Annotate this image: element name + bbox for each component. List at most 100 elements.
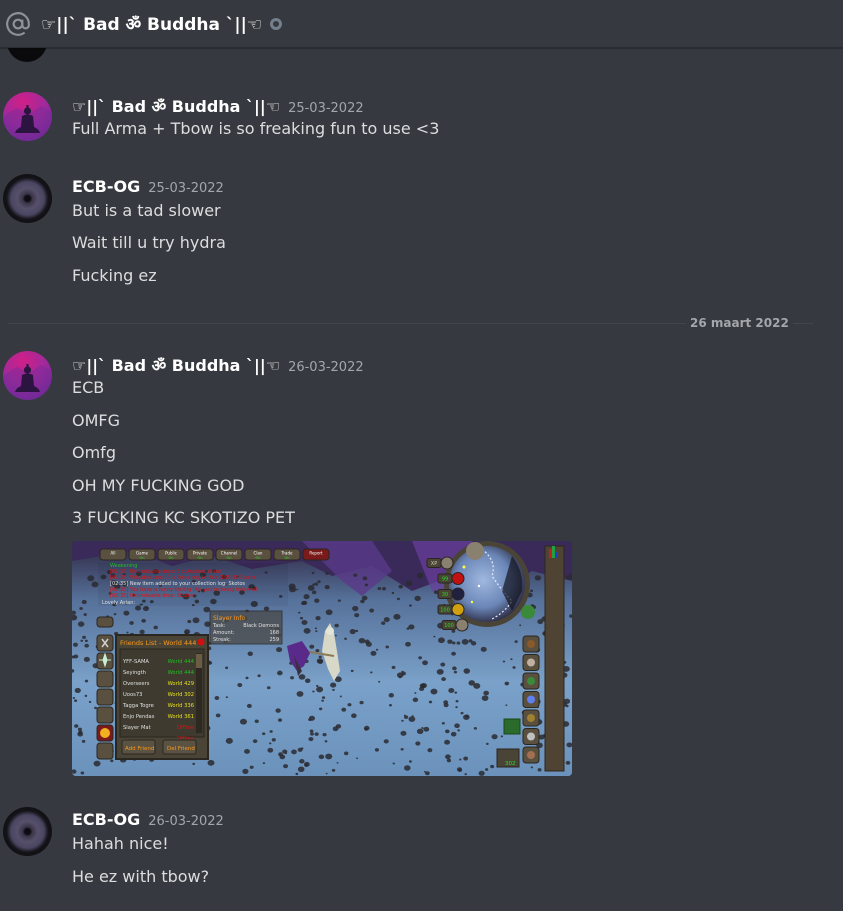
rock: [354, 613, 360, 618]
author-name[interactable]: ☞||` Bad ॐ Buddha `||☜: [72, 97, 280, 116]
rock: [404, 765, 411, 771]
slayer-row-value: 168: [269, 630, 279, 636]
friend-world: World 444: [168, 670, 195, 676]
rock: [362, 576, 368, 581]
message-author[interactable]: ECB-OG 26-03-2022: [72, 810, 224, 829]
rock: [296, 588, 299, 591]
message-list[interactable]: ☞||` Bad ॐ Buddha `||☜ 25-03-2022 Full Ar…: [0, 48, 843, 911]
rock: [308, 715, 316, 721]
message-timestamp: 25-03-2022: [288, 101, 364, 116]
friends-list-title: Friends List - World 444: [120, 639, 196, 647]
friend-world: World 429: [168, 681, 194, 687]
side-tab: [96, 616, 114, 628]
rock: [461, 639, 469, 645]
rock: [74, 699, 78, 702]
rock: [502, 660, 506, 663]
orb-value: 100: [444, 623, 454, 629]
rock: [403, 715, 409, 719]
rock: [225, 666, 229, 670]
rock: [291, 749, 297, 755]
rock: [316, 686, 324, 693]
rock: [74, 687, 81, 694]
rock: [242, 768, 249, 774]
rock: [207, 759, 215, 766]
rock: [299, 759, 305, 764]
chat-tab-state: On: [285, 556, 290, 560]
rock: [377, 586, 382, 591]
rock: [505, 704, 508, 706]
author-name[interactable]: ECB-OG: [72, 177, 140, 196]
rock: [83, 656, 90, 662]
rock: [331, 768, 336, 772]
rock: [401, 719, 404, 722]
avatar[interactable]: [3, 92, 52, 141]
rock: [80, 639, 84, 642]
rock: [412, 697, 419, 703]
avatar[interactable]: [7, 48, 47, 62]
avatar[interactable]: [3, 807, 52, 856]
rock: [463, 668, 471, 674]
compass-icon: [466, 542, 484, 560]
rock: [325, 609, 333, 616]
date-divider-label: 26 maart 2022: [686, 315, 793, 331]
author-name[interactable]: ECB-OG: [72, 810, 140, 829]
rock: [268, 742, 272, 745]
rock: [290, 676, 294, 680]
rock: [478, 770, 485, 776]
slayer-info-overlay: Slayer Info Task: Black Demons Amount: 168 S…: [209, 610, 283, 645]
rock: [239, 718, 247, 725]
rock: [480, 646, 487, 652]
chat-tab-state: On: [169, 556, 174, 560]
rock: [421, 727, 424, 729]
rock: [565, 760, 571, 765]
game-screenshot: All GameOnPublicOnPrivateOnChannelOnClanO…: [72, 541, 572, 776]
rock: [504, 681, 510, 686]
rock: [318, 659, 323, 664]
rock: [81, 739, 86, 743]
rock: [110, 759, 114, 763]
rock: [334, 623, 339, 628]
author-name[interactable]: ☞||` Bad ॐ Buddha `||☜: [72, 356, 280, 375]
del-friend-button: Del Friend: [167, 746, 195, 752]
rock: [419, 686, 425, 692]
rock: [153, 625, 158, 630]
message-text: Omfg: [72, 443, 116, 462]
orb-hitpoints: [451, 572, 465, 585]
rock: [459, 758, 462, 761]
chat-tab-label: Public: [165, 551, 177, 556]
rock: [300, 747, 304, 750]
orb-prayer: [451, 587, 465, 601]
rock: [203, 606, 211, 613]
side-tab-icon: [527, 677, 535, 685]
message-author[interactable]: ☞||` Bad ॐ Buddha `||☜ 26-03-2022: [72, 354, 364, 376]
chat-tab-state: On: [140, 556, 145, 560]
avatar[interactable]: [3, 174, 52, 223]
rock: [298, 674, 306, 680]
rock: [309, 644, 315, 649]
rock: [88, 700, 92, 704]
rock: [277, 718, 283, 722]
friend-world: Offline: [177, 725, 194, 731]
rock: [295, 772, 299, 776]
avatar[interactable]: [3, 351, 52, 400]
rock: [298, 611, 301, 614]
chat-tab-label: Clan: [254, 551, 263, 556]
rock: [269, 730, 273, 733]
rock: [441, 721, 445, 725]
rock: [438, 637, 445, 644]
rock: [383, 617, 390, 623]
rock: [254, 719, 259, 724]
rock: [249, 765, 254, 769]
rock: [534, 575, 542, 581]
friends-list-panel: Friends List - World 444 YFF-SAMA World 4…: [115, 634, 209, 760]
message-author[interactable]: ☞||` Bad ॐ Buddha `||☜ 25-03-2022: [72, 95, 364, 117]
rock: [389, 704, 392, 707]
rock: [451, 629, 456, 633]
rock: [315, 684, 319, 688]
message-author[interactable]: ECB-OG 25-03-2022: [72, 177, 224, 196]
image-attachment[interactable]: All Game On Public On Private On Channel On Clan O…: [72, 541, 572, 776]
rock: [385, 645, 389, 649]
orb-value: 30: [442, 592, 448, 598]
friend-name: Slayer Mat: [123, 725, 151, 731]
rock: [491, 734, 498, 740]
